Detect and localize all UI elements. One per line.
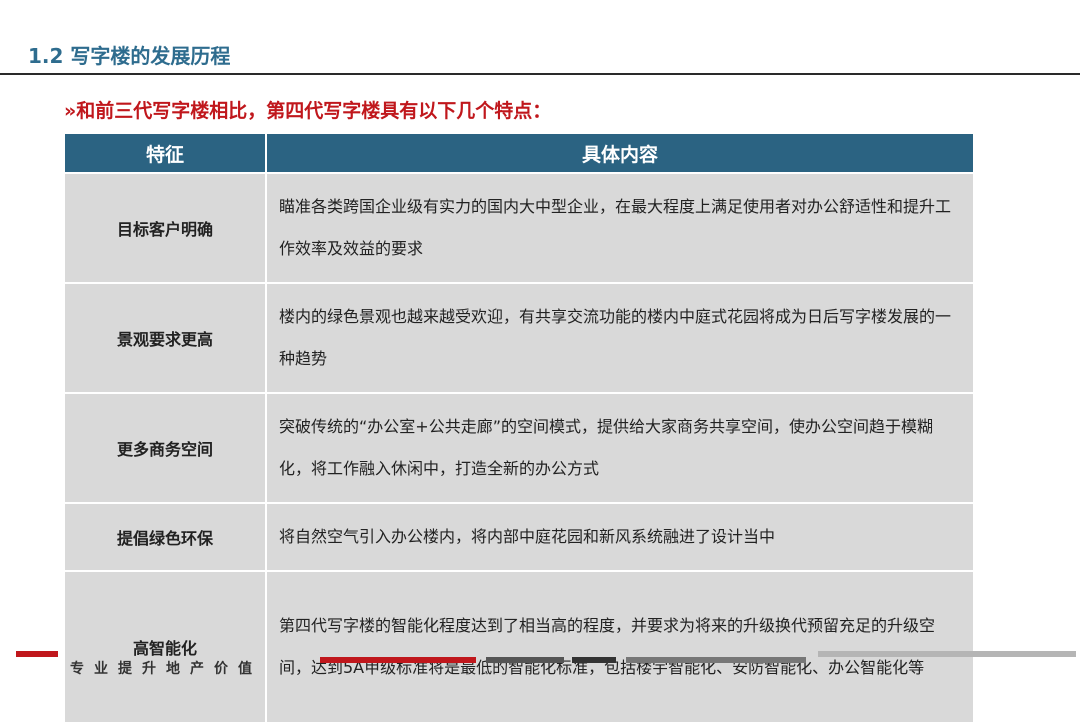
table-row: 提倡绿色环保 将自然空气引入办公楼内，将内部中庭花园和新风系统融进了设计当中 [64, 503, 974, 571]
feature-cell: 提倡绿色环保 [64, 503, 266, 571]
table-row: 更多商务空间 突破传统的“办公室+公共走廊”的空间模式，提供给大家商务共享空间，… [64, 393, 974, 503]
table-row: 高智能化 第四代写字楼的智能化程度达到了相当高的程度，并要求为将来的升级换代预留… [64, 571, 974, 723]
content-cell: 第四代写字楼的智能化程度达到了相当高的程度，并要求为将来的升级换代预留充足的升级… [266, 571, 974, 723]
section-subtitle: »和前三代写字楼相比，第四代写字楼具有以下几个特点： [64, 100, 552, 122]
footer-bar-red [320, 657, 476, 663]
feature-cell: 高智能化 [64, 571, 266, 723]
footer-bar-red [16, 651, 58, 657]
title-divider [0, 73, 1080, 75]
page-title: 1.2 写字楼的发展历程 [28, 44, 231, 68]
content-cell: 楼内的绿色景观也越来越受欢迎，有共享交流功能的楼内中庭式花园将成为日后写字楼发展… [266, 283, 974, 393]
header-feature: 特征 [64, 133, 266, 173]
feature-cell: 景观要求更高 [64, 283, 266, 393]
table-row: 目标客户明确 瞄准各类跨国企业级有实力的国内大中型企业，在最大程度上满足使用者对… [64, 173, 974, 283]
features-table: 特征 具体内容 目标客户明确 瞄准各类跨国企业级有实力的国内大中型企业，在最大程… [64, 133, 974, 723]
footer-slogan: 专业提升地产价值 [70, 661, 262, 677]
content-cell: 将自然空气引入办公楼内，将内部中庭花园和新风系统融进了设计当中 [266, 503, 974, 571]
footer-bar-dark [572, 657, 616, 663]
header-content: 具体内容 [266, 133, 974, 173]
feature-cell: 目标客户明确 [64, 173, 266, 283]
feature-cell: 更多商务空间 [64, 393, 266, 503]
table-row: 景观要求更高 楼内的绿色景观也越来越受欢迎，有共享交流功能的楼内中庭式花园将成为… [64, 283, 974, 393]
footer-bar-gray [626, 657, 806, 663]
table-header-row: 特征 具体内容 [64, 133, 974, 173]
footer-bar-light [818, 651, 1076, 657]
content-cell: 瞄准各类跨国企业级有实力的国内大中型企业，在最大程度上满足使用者对办公舒适性和提… [266, 173, 974, 283]
content-cell: 突破传统的“办公室+公共走廊”的空间模式，提供给大家商务共享空间，使办公空间趋于… [266, 393, 974, 503]
footer-bar-gray [486, 657, 564, 663]
